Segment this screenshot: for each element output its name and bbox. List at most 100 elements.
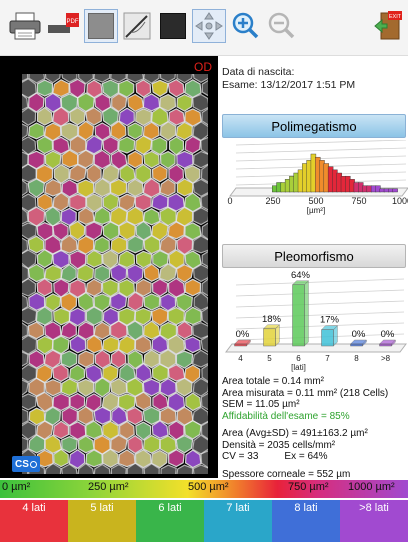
endothelial-cell — [28, 349, 45, 369]
pleo-gridline — [235, 300, 405, 308]
endothelial-cell — [175, 435, 194, 454]
endothelial-cell — [160, 464, 177, 478]
endothelial-cell — [143, 349, 160, 369]
pleo-value-label: 17% — [320, 315, 340, 326]
pleo-bar — [321, 329, 334, 347]
endothelial-cell — [184, 79, 202, 99]
pleo-value-label: 0% — [381, 329, 395, 340]
legend-sides-item: 6 lati — [136, 500, 204, 542]
endothelial-cell — [167, 449, 185, 468]
endothelial-cell — [36, 193, 54, 211]
endothelial-cell — [85, 278, 103, 297]
histogram-gridline — [235, 147, 407, 154]
endothelial-cell — [183, 419, 202, 440]
endothelial-cell — [36, 135, 54, 155]
endothelial-cell — [143, 293, 161, 311]
endothelial-cell — [192, 207, 210, 226]
svg-text:EXIT: EXIT — [389, 14, 402, 20]
endothelial-cell — [61, 436, 78, 454]
zoom-in-icon[interactable] — [228, 9, 262, 43]
endothelial-cell — [60, 321, 77, 340]
endothelial-cell — [85, 306, 103, 326]
endothelial-cell — [102, 221, 120, 241]
pleomorphism-chart: 0% 4 18% 5 64% 6 17% 7 0% 8 0% >8 [lati] — [225, 270, 407, 372]
exit-icon[interactable]: EXIT — [370, 9, 404, 43]
zoom-out-icon[interactable] — [264, 9, 298, 43]
endothelial-cell — [52, 420, 70, 440]
image-gray-icon[interactable] — [84, 9, 118, 43]
histogram-tick-label: 1000 — [392, 196, 408, 206]
density-value: Densità = 2035 cells/mm² — [222, 439, 336, 451]
endothelial-cell — [60, 350, 78, 368]
histogram-gridline — [235, 140, 407, 146]
printer-icon[interactable] — [8, 9, 42, 43]
grayscale-image-icon — [88, 13, 114, 39]
endothelial-cell — [192, 264, 210, 283]
pleo-unit-label: [lati] — [291, 363, 306, 372]
pleomorphism-button[interactable]: Pleomorfismo — [222, 244, 406, 268]
polymegathism-button[interactable]: Polimegatismo — [222, 114, 406, 138]
endothelial-cell — [109, 292, 128, 311]
endothelial-cell — [69, 421, 87, 441]
endothelial-cell — [127, 150, 144, 169]
endothelial-cell — [192, 349, 210, 368]
pleo-gridline — [235, 278, 405, 286]
endothelial-cell — [167, 78, 185, 98]
endothelial-cell — [142, 208, 161, 226]
reliability-value: Affidabilità dell'esame = 85% — [222, 410, 350, 422]
endothelium-image-panel[interactable]: OD CS — [0, 56, 218, 478]
endothelial-cell — [76, 264, 95, 283]
endothelial-cell — [36, 79, 54, 97]
pleo-tick-label: 6 — [296, 354, 301, 363]
endothelial-cell — [159, 178, 176, 197]
endothelial-cell — [119, 164, 136, 184]
endothelial-cell — [126, 406, 144, 426]
endothelial-cell — [27, 235, 45, 254]
endothelial-cell — [94, 349, 112, 369]
pdf-export-icon[interactable]: PDF — [46, 9, 80, 43]
endothelial-cell — [167, 306, 185, 326]
endothelial-cell — [134, 135, 153, 156]
edit-cells-icon[interactable] — [120, 9, 154, 43]
endothelial-cell — [52, 249, 70, 269]
legend-area-label: 750 µm² — [288, 481, 329, 493]
endothelial-cell — [151, 79, 169, 98]
endothelial-cell — [68, 364, 86, 382]
endothelial-cell — [44, 178, 62, 197]
endothelial-cell — [185, 392, 202, 412]
endothelial-cell — [27, 263, 46, 283]
cv-ex-row: CV = 33 Ex = 64% — [222, 451, 388, 463]
endothelial-cell — [85, 449, 103, 468]
endothelial-cell — [159, 293, 177, 312]
exam-date-label: Esame: 13/12/2017 1:51 PM — [222, 79, 356, 91]
endothelial-cell — [184, 278, 202, 297]
endothelial-cell — [102, 336, 120, 354]
endothelial-cell — [176, 320, 193, 340]
legend-sides-item: 7 lati — [204, 500, 272, 542]
pleo-value-label: 18% — [262, 314, 282, 325]
endothelial-cell — [151, 278, 169, 298]
endothelial-cell — [135, 108, 153, 127]
legend-sides-item: 4 lati — [0, 500, 68, 542]
endothelial-cell — [175, 350, 194, 369]
pleo-bar-side — [275, 324, 280, 347]
move-arrows-icon[interactable] — [192, 9, 226, 43]
endothelial-cell — [192, 178, 210, 197]
endothelial-cell — [19, 306, 38, 325]
cell-map[interactable] — [10, 63, 218, 478]
endothelial-cell — [201, 79, 218, 97]
endothelial-cell — [93, 406, 112, 425]
pleo-tick-label: 7 — [325, 354, 330, 363]
image-dark-icon[interactable] — [156, 9, 190, 43]
endothelial-cell — [127, 434, 144, 455]
endothelial-cell — [135, 79, 152, 98]
endothelial-cell — [27, 178, 45, 198]
endothelial-cell — [94, 264, 111, 283]
cse-logo-icon: CS — [12, 456, 40, 472]
area-color-legend: 0 µm² 250 µm² 500 µm² 750 µm² 1000 µm² — [0, 480, 408, 498]
endothelial-cell — [28, 292, 46, 311]
pleo-bar — [379, 343, 392, 347]
endothelial-cell — [192, 322, 210, 340]
ex-value: Ex = 64% — [284, 451, 328, 462]
endothelial-cell — [69, 107, 86, 126]
